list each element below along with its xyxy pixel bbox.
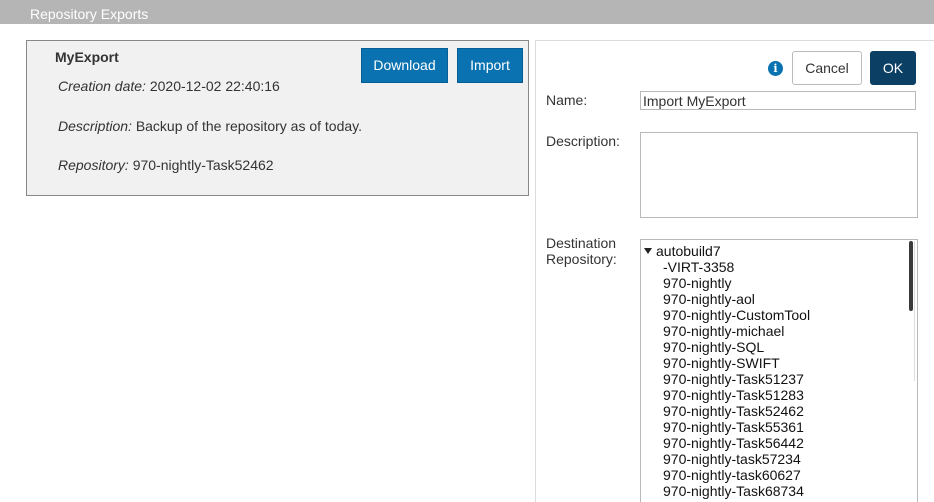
destination-label-line2: Repository: [546, 251, 617, 267]
export-description: Description: Backup of the repository as… [58, 118, 362, 134]
repository-item[interactable]: 970-nightly-Task56442 [663, 435, 810, 451]
destination-repository-tree[interactable]: autobuild7 -VIRT-3358 970-nightly 970-nigh… [640, 239, 918, 502]
repository-item[interactable]: 970-nightly-Task52462 [663, 403, 810, 419]
creation-date-label: Creation date: [58, 78, 146, 94]
destination-repository-label: Destination Repository: [546, 235, 617, 267]
name-input[interactable] [640, 91, 916, 110]
export-description-label: Description: [58, 118, 132, 134]
export-repository: Repository: 970-nightly-Task52462 [58, 157, 274, 173]
repository-item[interactable]: 970-nightly-aol [663, 291, 810, 307]
export-card: MyExport Creation date: 2020-12-02 22:40… [26, 40, 529, 196]
creation-date: Creation date: 2020-12-02 22:40:16 [58, 78, 280, 94]
repository-item[interactable]: 970-nightly-task60627 [663, 467, 810, 483]
repository-item[interactable]: 970-nightly-task57234 [663, 451, 810, 467]
repository-item[interactable]: 970-nightly-michael [663, 323, 810, 339]
tree-root-label: autobuild7 [656, 243, 721, 259]
description-label: Description: [546, 133, 620, 149]
export-repository-label: Repository: [58, 157, 129, 173]
repository-item[interactable]: 970-nightly-Task51283 [663, 387, 810, 403]
caret-down-icon[interactable] [644, 248, 652, 254]
cancel-button[interactable]: Cancel [792, 51, 862, 85]
ok-button[interactable]: OK [870, 51, 916, 85]
window-title: Repository Exports [0, 0, 934, 24]
repository-item[interactable]: 970-nightly-CustomTool [663, 307, 810, 323]
creation-date-value: 2020-12-02 22:40:16 [149, 78, 280, 94]
repository-item[interactable]: -VIRT-3358 [663, 259, 810, 275]
export-repository-value: 970-nightly-Task52462 [132, 157, 274, 173]
tree-root-node[interactable]: autobuild7 [644, 243, 721, 259]
repository-item[interactable]: 970-nightly-Task51237 [663, 371, 810, 387]
repository-item[interactable]: 970-nightly-SQL [663, 339, 810, 355]
destination-label-line1: Destination [546, 235, 617, 251]
export-name: MyExport [55, 49, 119, 65]
repository-list: -VIRT-3358 970-nightly 970-nightly-aol 970-… [663, 259, 810, 499]
download-button[interactable]: Download [361, 48, 448, 83]
repository-item[interactable]: 970-nightly-SWIFT [663, 355, 810, 371]
import-button[interactable]: Import [457, 48, 523, 83]
repository-item[interactable]: 970-nightly-Task55361 [663, 419, 810, 435]
repository-item[interactable]: 970-nightly-Task68734 [663, 483, 810, 499]
info-icon[interactable]: i [768, 61, 783, 76]
export-description-value: Backup of the repository as of today. [135, 118, 363, 134]
repository-item[interactable]: 970-nightly [663, 275, 810, 291]
tree-scrollbar-thumb[interactable] [909, 241, 913, 311]
name-label: Name: [546, 92, 588, 108]
description-input[interactable] [640, 132, 918, 218]
